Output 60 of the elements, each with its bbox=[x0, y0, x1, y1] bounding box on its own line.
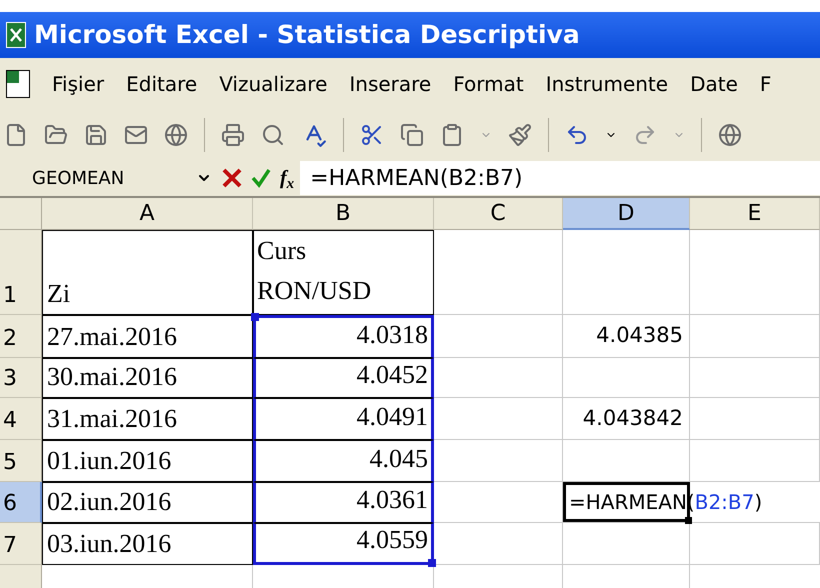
row-header[interactable]: 4 bbox=[0, 398, 42, 440]
date-cell-text: 02.iun.2016 bbox=[47, 486, 172, 518]
date-cell-text: 01.iun.2016 bbox=[47, 445, 172, 477]
column-header[interactable]: A bbox=[42, 198, 253, 230]
result-cell: 4.04385 bbox=[563, 315, 690, 358]
cut-icon[interactable] bbox=[360, 123, 384, 147]
check-icon[interactable] bbox=[250, 167, 272, 189]
preview-icon[interactable] bbox=[261, 123, 285, 147]
rate-cell-text: 4.0361 bbox=[356, 484, 428, 516]
date-cell-text: 30.mai.2016 bbox=[47, 361, 177, 393]
globe-icon[interactable] bbox=[164, 123, 188, 147]
header-cell-text: Curs RON/USD bbox=[257, 235, 372, 307]
date-cell-text: 03.iun.2016 bbox=[47, 528, 172, 560]
name-box[interactable]: GEOMEAN bbox=[0, 163, 220, 193]
menu-item[interactable]: Date bbox=[690, 69, 738, 99]
open-folder-icon[interactable] bbox=[44, 123, 68, 147]
save-icon[interactable] bbox=[84, 123, 108, 147]
rate-cell-text: 4.045 bbox=[370, 443, 428, 475]
mail-icon[interactable] bbox=[124, 123, 148, 147]
brush-icon[interactable] bbox=[508, 123, 532, 147]
menu-item[interactable]: Inserare bbox=[349, 69, 432, 99]
copy-icon[interactable] bbox=[400, 123, 424, 147]
date-cell-text: Zi bbox=[47, 278, 70, 310]
menu-item[interactable]: Instrumente bbox=[546, 69, 668, 99]
row-header[interactable]: 3 bbox=[0, 358, 42, 398]
menu-item[interactable]: Editare bbox=[126, 69, 198, 99]
rate-cell-text: 4.0452 bbox=[356, 359, 428, 391]
row-header[interactable]: 7 bbox=[0, 523, 42, 565]
workbook-icon[interactable] bbox=[6, 70, 30, 98]
range-handle-icon[interactable] bbox=[251, 313, 259, 321]
insert-function-button[interactable]: f$_{x}$ bbox=[280, 163, 294, 193]
rate-cell-text: 4.0491 bbox=[356, 401, 428, 433]
row-header[interactable]: 2 bbox=[0, 315, 42, 358]
row-header[interactable]: 1 bbox=[0, 230, 42, 315]
column-header[interactable]: E bbox=[690, 198, 820, 230]
undo-icon[interactable] bbox=[565, 123, 589, 147]
menu-item[interactable]: F bbox=[760, 69, 772, 99]
excel-logo-icon bbox=[6, 22, 26, 48]
column-header[interactable]: C bbox=[434, 198, 563, 230]
menu-item[interactable]: Format bbox=[453, 69, 524, 99]
formula-field[interactable]: =HARMEAN(B2:B7) bbox=[300, 161, 820, 195]
column-header[interactable]: B bbox=[253, 198, 434, 230]
rate-cell-text: 4.0318 bbox=[356, 319, 428, 351]
date-cell-text: 27.mai.2016 bbox=[47, 321, 177, 353]
column-header[interactable]: D bbox=[563, 198, 690, 230]
cancel-icon[interactable] bbox=[220, 166, 244, 190]
menu-item[interactable]: Vizualizare bbox=[219, 69, 328, 99]
menu-item[interactable]: Fişier bbox=[52, 69, 104, 99]
result-cell: 4.043842 bbox=[563, 398, 690, 440]
print-icon[interactable] bbox=[221, 123, 245, 147]
rate-cell-text: 4.0559 bbox=[356, 524, 428, 556]
globe-icon[interactable] bbox=[718, 123, 742, 147]
redo-icon[interactable] bbox=[633, 123, 657, 147]
paste-icon[interactable] bbox=[440, 123, 464, 147]
row-header[interactable]: 6 bbox=[0, 482, 42, 523]
range-handle-icon[interactable] bbox=[428, 559, 436, 567]
date-cell-text: 31.mai.2016 bbox=[47, 403, 177, 435]
new-document-icon[interactable] bbox=[4, 123, 28, 147]
row-header[interactable]: 5 bbox=[0, 440, 42, 482]
window-title: Microsoft Excel - Statistica Descriptiva bbox=[34, 19, 580, 52]
